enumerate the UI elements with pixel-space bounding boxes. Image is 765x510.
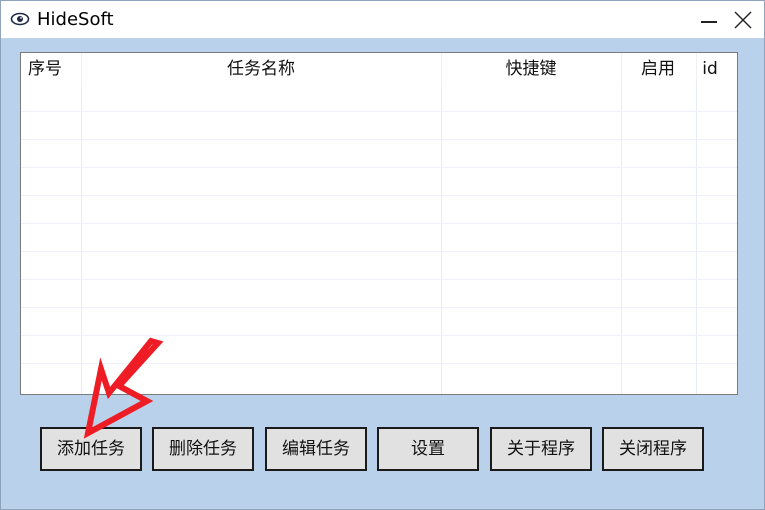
main-window: HideSoft 序号 任务名称 快捷键 启用 id 添加任务 删除任务 编辑任… (0, 0, 765, 510)
column-header-hotkey[interactable]: 快捷键 (441, 53, 621, 83)
grid-line (21, 307, 737, 308)
grid-line (441, 83, 442, 394)
close-window-button[interactable] (727, 4, 759, 34)
window-title: HideSoft (37, 9, 114, 30)
edit-task-button[interactable]: 编辑任务 (265, 427, 367, 471)
grid-line (21, 251, 737, 252)
minimize-button[interactable] (693, 5, 725, 33)
grid-line (21, 139, 737, 140)
about-button[interactable]: 关于程序 (490, 427, 592, 471)
eye-icon (10, 10, 30, 28)
grid-line (21, 223, 737, 224)
column-header-task-name[interactable]: 任务名称 (81, 53, 441, 83)
table-header: 序号 任务名称 快捷键 启用 id (21, 53, 737, 83)
close-program-button[interactable]: 关闭程序 (602, 427, 704, 471)
annotation-arrow-icon (83, 337, 164, 439)
title-bar[interactable]: HideSoft (1, 1, 764, 38)
grid-line (21, 167, 737, 168)
grid-line (621, 83, 622, 394)
grid-line (21, 279, 737, 280)
settings-button[interactable]: 设置 (377, 427, 479, 471)
column-header-index[interactable]: 序号 (21, 53, 69, 83)
close-icon (734, 11, 752, 29)
column-header-id[interactable]: id (696, 53, 724, 83)
grid-line (696, 83, 697, 394)
grid-line (21, 111, 737, 112)
grid-line (21, 195, 737, 196)
column-header-enabled[interactable]: 启用 (621, 53, 695, 83)
